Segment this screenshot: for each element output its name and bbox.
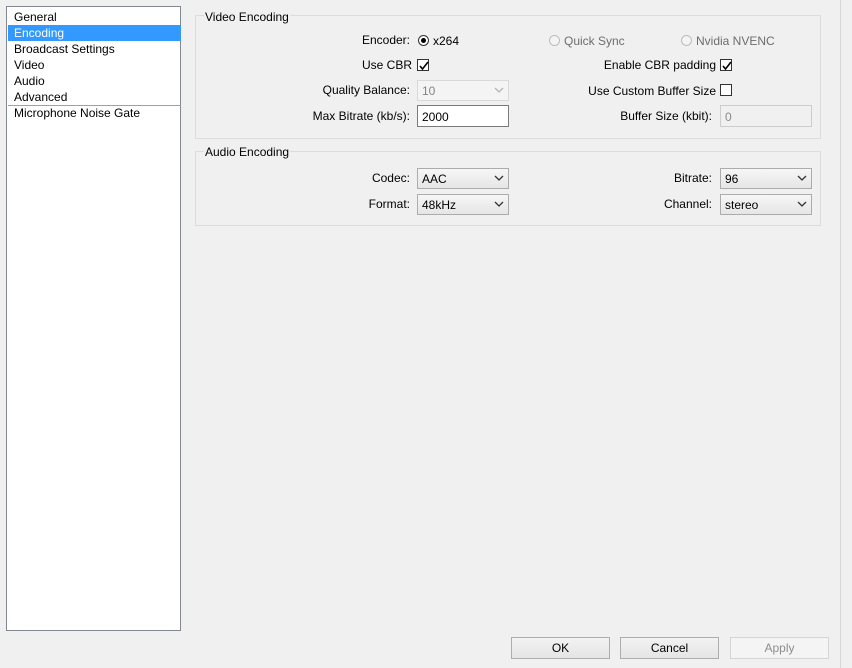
use-cbr-checkbox[interactable] [417, 59, 429, 71]
quality-balance-select[interactable]: 10 [417, 80, 509, 101]
channel-value: stereo [725, 198, 759, 212]
buffer-size-input[interactable]: 0 [720, 105, 812, 127]
sidebar-item-broadcast-settings[interactable]: Broadcast Settings [8, 41, 181, 57]
audio-encoding-title: Audio Encoding [204, 145, 291, 159]
chevron-down-icon [494, 201, 504, 207]
buffer-size-label: Buffer Size (kbit): [620, 109, 712, 123]
ok-button[interactable]: OK [511, 637, 610, 659]
chevron-down-icon [494, 87, 504, 93]
max-bitrate-input[interactable]: 2000 [417, 105, 509, 127]
sidebar-item-microphone-noise-gate[interactable]: Microphone Noise Gate [8, 105, 181, 121]
settings-category-list[interactable]: General Encoding Broadcast Settings Vide… [6, 6, 181, 631]
encoder-quick-sync-label: Quick Sync [564, 34, 625, 48]
sidebar-item-audio[interactable]: Audio [8, 73, 181, 89]
checkmark-icon [722, 61, 732, 71]
format-label: Format: [368, 197, 410, 211]
use-custom-buffer-checkbox[interactable] [720, 84, 732, 96]
cancel-button[interactable]: Cancel [620, 637, 719, 659]
buffer-size-value: 0 [725, 110, 732, 124]
encoder-nvenc-radio[interactable] [681, 35, 692, 46]
codec-select[interactable]: AAC [417, 168, 509, 189]
encoder-x264-label: x264 [433, 34, 460, 48]
checkmark-icon [419, 61, 429, 71]
format-select[interactable]: 48kHz [417, 194, 509, 215]
sidebar-item-general[interactable]: General [8, 9, 181, 25]
use-custom-buffer-label: Use Custom Buffer Size [588, 84, 716, 98]
codec-value: AAC [422, 172, 447, 186]
format-value: 48kHz [422, 198, 457, 212]
use-cbr-label: Use CBR [361, 58, 412, 72]
apply-button[interactable]: Apply [730, 637, 829, 659]
channel-select[interactable]: stereo [720, 194, 812, 215]
enable-cbr-padding-checkbox[interactable] [720, 59, 732, 71]
bitrate-select[interactable]: 96 [720, 168, 812, 189]
bitrate-label: Bitrate: [673, 171, 712, 185]
quality-balance-label: Quality Balance: [322, 83, 410, 97]
bitrate-value: 96 [725, 172, 739, 186]
enable-cbr-padding-label: Enable CBR padding [603, 58, 716, 72]
encoder-x264-radio[interactable] [418, 35, 429, 46]
codec-label: Codec: [371, 171, 410, 185]
quality-balance-value: 10 [422, 84, 436, 98]
encoder-quick-sync-radio[interactable] [549, 35, 560, 46]
video-encoding-title: Video Encoding [204, 10, 290, 24]
chevron-down-icon [797, 201, 807, 207]
max-bitrate-label: Max Bitrate (kb/s): [312, 109, 410, 123]
max-bitrate-value: 2000 [422, 110, 449, 124]
channel-label: Channel: [663, 197, 712, 211]
window-edge-line [840, 0, 841, 668]
sidebar-item-video[interactable]: Video [8, 57, 181, 73]
chevron-down-icon [797, 175, 807, 181]
sidebar-item-advanced[interactable]: Advanced [8, 89, 181, 105]
encoder-label: Encoder: [361, 33, 410, 47]
chevron-down-icon [494, 175, 504, 181]
encoder-nvenc-label: Nvidia NVENC [696, 34, 775, 48]
sidebar-item-encoding[interactable]: Encoding [8, 25, 181, 41]
